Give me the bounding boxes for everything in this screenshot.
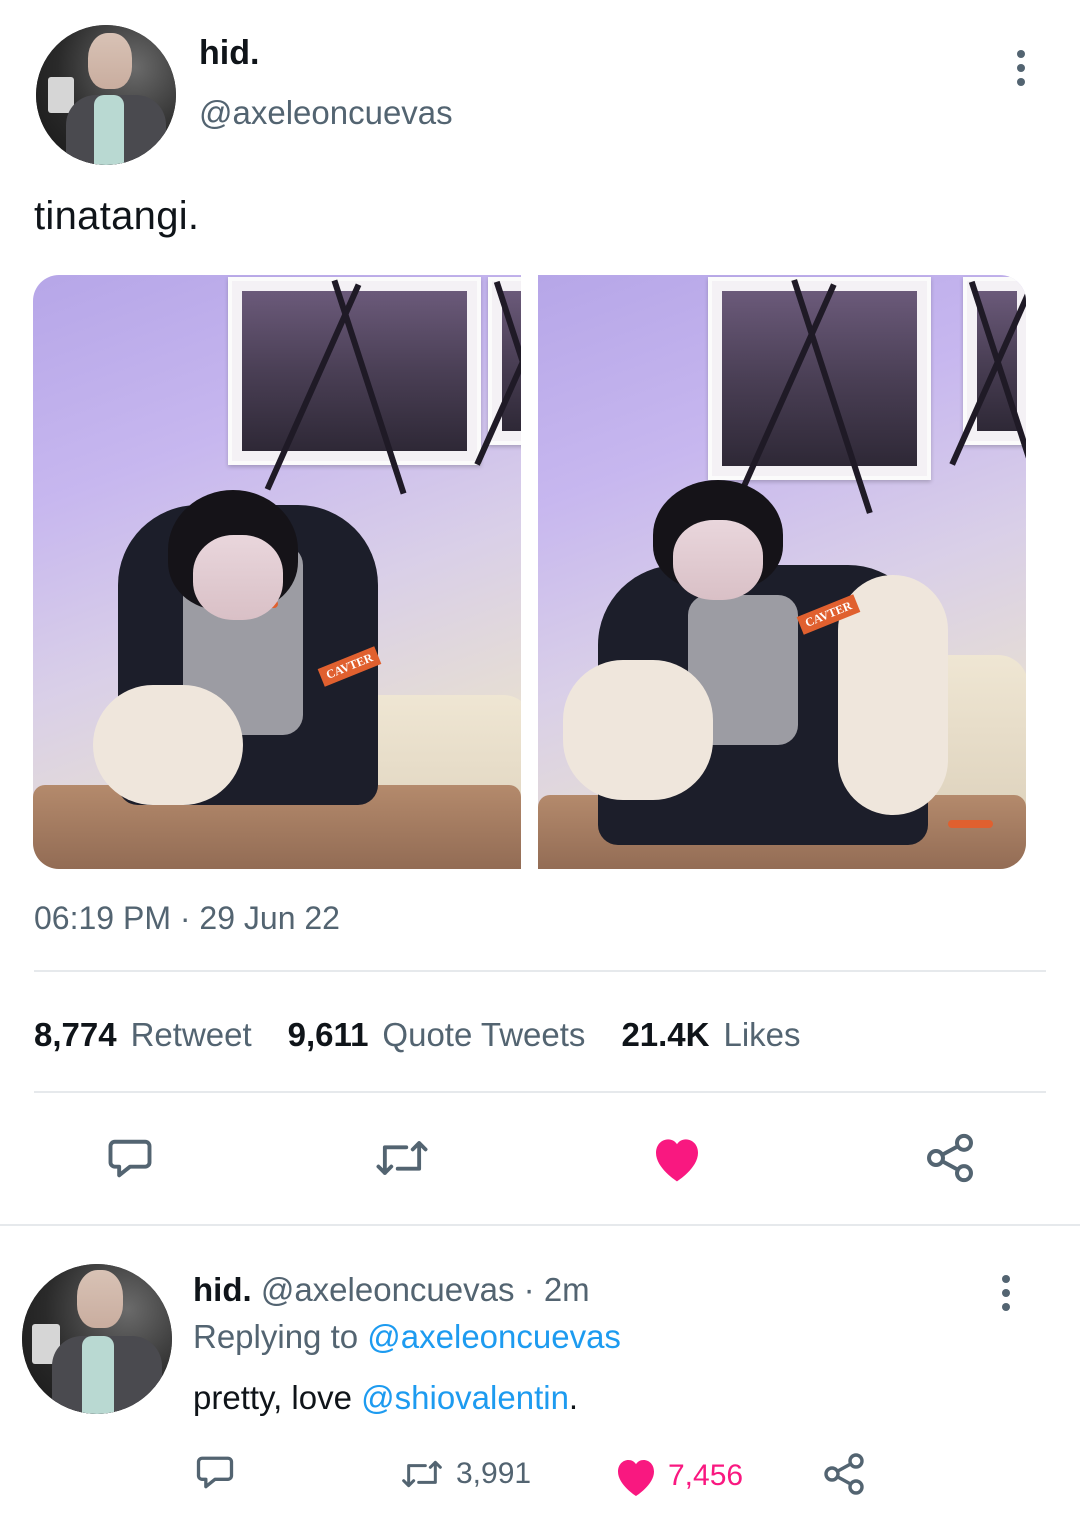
quotes-stat[interactable]: 9,611 Quote Tweets bbox=[288, 1016, 586, 1054]
retweet-button[interactable] bbox=[370, 1128, 434, 1188]
tweet-photo-1[interactable]: CAVTER bbox=[33, 275, 521, 869]
reply-like-count: 7,456 bbox=[668, 1459, 744, 1492]
reply-avatar[interactable] bbox=[22, 1264, 172, 1414]
tweet-stats: 8,774 Retweet 9,611 Quote Tweets 21.4K Like… bbox=[34, 1016, 837, 1054]
author-name[interactable]: hid. bbox=[199, 34, 259, 73]
author-handle[interactable]: @axeleoncuevas bbox=[199, 94, 453, 132]
heart-icon bbox=[618, 1460, 654, 1496]
share-icon bbox=[824, 1453, 864, 1495]
tweet-photo-2[interactable]: CAVTER bbox=[538, 275, 1026, 869]
replying-to-link[interactable]: @axeleoncuevas bbox=[367, 1318, 621, 1355]
likes-stat[interactable]: 21.4K Likes bbox=[621, 1016, 800, 1054]
retweets-stat[interactable]: 8,774 Retweet bbox=[34, 1016, 252, 1054]
reply-header: hid. @axeleoncuevas · 2m bbox=[193, 1271, 590, 1309]
reply-icon bbox=[108, 1139, 152, 1178]
tweet-timestamp[interactable]: 06:19 PM · 29 Jun 22 bbox=[34, 900, 340, 937]
replying-to: Replying to @axeleoncuevas bbox=[193, 1318, 621, 1355]
divider bbox=[34, 1091, 1046, 1093]
kebab-icon[interactable] bbox=[1014, 50, 1028, 86]
retweet-icon bbox=[402, 1460, 442, 1488]
reply-like-button[interactable]: 7,456 bbox=[612, 1454, 743, 1498]
tweet-text: tinatangi. bbox=[34, 194, 200, 238]
reply-retweet-count: 3,991 bbox=[456, 1457, 532, 1490]
reply-button[interactable] bbox=[100, 1128, 160, 1188]
reply-time[interactable]: · 2m bbox=[524, 1271, 590, 1308]
divider bbox=[34, 970, 1046, 972]
share-icon bbox=[927, 1133, 973, 1183]
mention-link[interactable]: @shiovalentin bbox=[361, 1379, 569, 1416]
kebab-icon[interactable] bbox=[999, 1275, 1013, 1311]
reply-text: pretty, love @shiovalentin. bbox=[193, 1379, 579, 1416]
retweet-icon bbox=[376, 1141, 428, 1175]
like-button[interactable] bbox=[646, 1128, 708, 1188]
author-avatar[interactable] bbox=[36, 25, 176, 165]
divider bbox=[0, 1224, 1080, 1226]
reply-retweet-button[interactable]: 3,991 bbox=[396, 1454, 531, 1494]
reply-icon bbox=[196, 1456, 234, 1489]
reply-reply-button[interactable] bbox=[193, 1450, 237, 1494]
heart-icon bbox=[656, 1139, 698, 1182]
reply-author-handle[interactable]: @axeleoncuevas bbox=[261, 1271, 515, 1308]
reply-author-name[interactable]: hid. bbox=[193, 1271, 252, 1308]
share-button[interactable] bbox=[920, 1128, 980, 1188]
reply-share-button[interactable] bbox=[820, 1450, 868, 1498]
